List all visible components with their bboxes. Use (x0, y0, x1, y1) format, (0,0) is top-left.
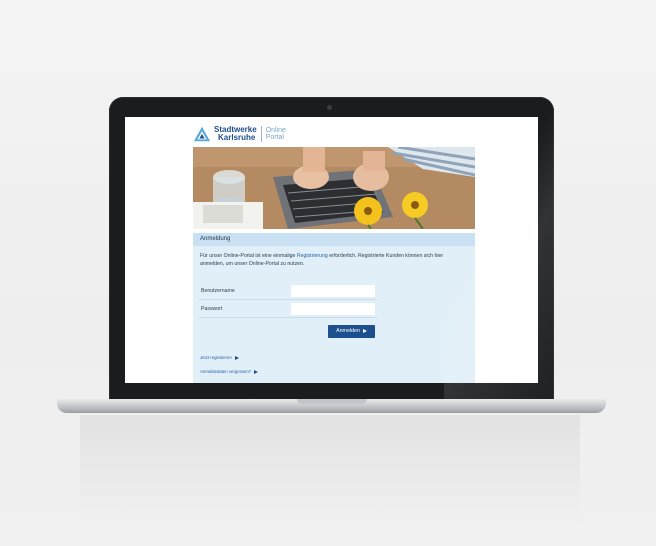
arrow-right-icon (234, 355, 239, 360)
login-button[interactable]: Anmelden (328, 325, 375, 338)
portal-page: Stadtwerke Karlsruhe Online Portal Anmel… (193, 117, 475, 383)
registration-link[interactable]: Registrierung (297, 253, 328, 259)
brand-name: Stadtwerke Karlsruhe (214, 126, 257, 142)
forgot-link-label: Anmeldedaten vergessen? (200, 369, 252, 374)
login-panel: Anmeldung Für unser Online-Portal ist ei… (193, 233, 475, 383)
register-link[interactable]: Jetzt registrieren (200, 355, 239, 360)
portal-line-2: Portal (265, 134, 284, 141)
username-input[interactable] (291, 285, 375, 297)
portal-logo[interactable]: Stadtwerke Karlsruhe Online Portal (193, 123, 286, 145)
password-label: Passwort (201, 306, 223, 312)
portal-label: Online Portal (266, 127, 286, 141)
register-link-label: Jetzt registrieren (200, 355, 232, 360)
forgot-credentials-link[interactable]: Anmeldedaten vergessen? (200, 369, 259, 374)
password-row: Passwort (199, 303, 377, 318)
laptop-base (57, 399, 606, 413)
username-label: Benutzername (201, 288, 235, 294)
logo-divider (260, 126, 262, 142)
portal-line-1: Online (265, 127, 286, 134)
arrow-right-icon (254, 369, 259, 374)
brand-line-2: Karlsruhe (218, 133, 256, 142)
stadtwerke-logo-icon (193, 126, 211, 142)
login-button-label: Anmelden (336, 328, 360, 334)
arrow-right-icon (362, 328, 367, 333)
laptop-screen: Stadtwerke Karlsruhe Online Portal Anmel… (125, 117, 538, 383)
login-heading: Anmeldung (193, 233, 475, 246)
laptop-notch (297, 399, 367, 404)
username-row: Benutzername (199, 285, 377, 300)
login-intro: Für unser Online-Portal ist eine einmali… (193, 246, 475, 268)
hero-illustration (193, 147, 475, 229)
intro-text-start: Für unser Online-Portal ist eine einmali… (200, 253, 297, 259)
password-input[interactable] (291, 303, 375, 315)
laptop-lid: Stadtwerke Karlsruhe Online Portal Anmel… (109, 97, 554, 401)
hero-image (193, 147, 475, 229)
camera-icon (327, 105, 332, 110)
surface-reflection (80, 415, 580, 525)
